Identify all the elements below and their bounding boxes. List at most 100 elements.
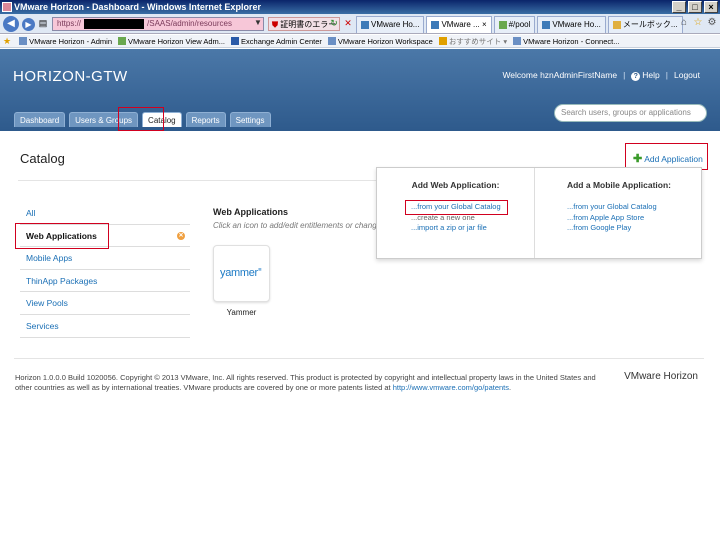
tab-favicon-icon [498, 20, 507, 29]
web-app-heading: Add Web Application: [411, 180, 500, 190]
favorite-link[interactable]: Exchange Admin Center [231, 37, 322, 46]
tab-close-icon[interactable]: × [482, 20, 487, 29]
browser-tab-active[interactable]: VMware ... × [426, 16, 492, 33]
separator: | [665, 70, 668, 80]
favicon-icon [118, 37, 127, 45]
home-icon[interactable]: ⌂ [678, 17, 690, 29]
stop-icon[interactable]: ✕ [342, 17, 354, 30]
category-services[interactable]: Services [20, 315, 190, 338]
favorites-bar: ★ VMware Horizon - Admin VMware Horizon … [0, 35, 720, 48]
redacted-host [84, 18, 145, 29]
browser-tab[interactable]: VMware Ho... [356, 16, 425, 33]
window-titlebar: VMware Horizon - Dashboard - Windows Int… [0, 0, 720, 14]
add-application-label: Add Application [644, 153, 703, 164]
address-bar: ◀ ▶ ▤ https:///SAAS/admin/resources ▼ ⛊ … [0, 14, 720, 34]
favorite-link[interactable]: VMware Horizon View Adm... [118, 37, 225, 46]
window-title: VMware Horizon - Dashboard - Windows Int… [14, 2, 261, 12]
favorite-label: VMware Horizon Workspace [337, 36, 433, 46]
yammer-logo: yammer≡ [220, 267, 262, 279]
favorite-label: おすすめサイト [448, 36, 502, 46]
favicon-icon [231, 37, 240, 45]
user-menu: Welcome hznAdminFirstName | ? Help | Logo… [502, 70, 700, 81]
category-all[interactable]: All [20, 202, 190, 225]
url-path: /SAAS/admin/resources [147, 19, 232, 28]
url-dropdown-icon[interactable]: ▼ [254, 18, 262, 27]
mobile-app-heading: Add a Mobile Application: [566, 180, 672, 190]
section-hint: Click an icon to add/edit entitlements o… [213, 221, 378, 230]
patents-link[interactable]: http://www.vmware.com/go/patents [393, 383, 509, 392]
browser-tab[interactable]: メールボック... [607, 16, 683, 33]
tab-favicon-icon [431, 20, 440, 29]
url-field[interactable]: https:// /SAAS/admin/resources [52, 17, 264, 31]
category-web-applications[interactable]: Web Applications ✕ [20, 225, 190, 248]
star-icon: ★ [3, 35, 12, 46]
category-view-pools[interactable]: View Pools [20, 292, 190, 315]
tab-label: メールボック... [622, 20, 678, 29]
favorite-label: Exchange Admin Center [241, 36, 322, 46]
tab-label: VMware Ho... [552, 20, 601, 29]
tools-gear-icon[interactable]: ⚙ [706, 17, 718, 29]
back-icon[interactable]: ◀ [3, 16, 19, 32]
mobile-from-global-catalog-link[interactable]: ...from your Global Catalog [567, 202, 657, 213]
favorite-link[interactable]: おすすめサイト ▾ [438, 36, 507, 47]
page-icon: ▤ [38, 18, 48, 28]
search-input[interactable]: Search users, groups or applications [554, 104, 707, 122]
app-header: HORIZON-GTW Welcome hznAdminFirstName | … [0, 49, 720, 131]
category-thinapp-packages[interactable]: ThinApp Packages [20, 270, 190, 293]
close-button[interactable]: × [704, 1, 718, 13]
favicon-icon [513, 37, 522, 45]
favicon-icon [438, 37, 447, 45]
minimize-button[interactable]: _ [672, 1, 686, 13]
category-mobile-apps[interactable]: Mobile Apps [20, 247, 190, 270]
logout-link[interactable]: Logout [674, 70, 700, 81]
page-title: Catalog [20, 151, 65, 166]
category-label: Web Applications [26, 230, 97, 241]
welcome-text: Welcome hznAdminFirstName [502, 70, 618, 80]
browser-tab[interactable]: VMware Ho... [537, 16, 606, 33]
separator: | [623, 70, 626, 80]
tab-reports[interactable]: Reports [185, 112, 226, 127]
web-from-global-catalog-link[interactable]: ...from your Global Catalog [411, 202, 501, 213]
web-app-column: Add Web Application: ...from your Global… [377, 168, 535, 258]
tab-favicon-icon [542, 20, 551, 29]
browser-tabs: VMware Ho... VMware ... × #/pool VMware … [356, 16, 683, 33]
add-application-button[interactable]: ✚ Add Application [633, 152, 703, 165]
maximize-button[interactable]: □ [688, 1, 702, 13]
mobile-app-column: Add a Mobile Application: ...from your G… [535, 168, 703, 258]
favorites-button[interactable]: ★ [3, 36, 13, 47]
favorite-link[interactable]: VMware Horizon - Admin [19, 37, 112, 46]
add-application-menu: Add Web Application: ...from your Global… [376, 167, 702, 259]
app-tile-yammer[interactable]: yammer≡ [213, 245, 270, 302]
favicon-icon [19, 37, 28, 45]
url-prefix: https:// [57, 19, 82, 28]
browser-tab[interactable]: #/pool [493, 16, 536, 33]
web-create-new-link[interactable]: ...create a new one [411, 213, 501, 224]
category-list: All Web Applications ✕ Mobile Apps ThinAp… [20, 202, 190, 338]
tab-label: VMware ... [441, 20, 480, 29]
favorite-label: VMware Horizon - Connect... [523, 36, 620, 46]
tab-label: #/pool [508, 20, 531, 29]
tab-users-groups[interactable]: Users & Groups [69, 112, 139, 127]
tab-catalog[interactable]: Catalog [142, 112, 182, 127]
tab-favicon-icon [361, 20, 369, 29]
help-label: Help [642, 70, 660, 80]
mobile-google-play-link[interactable]: ...from Google Play [567, 223, 657, 234]
app-name[interactable]: Yammer [213, 308, 270, 317]
help-link[interactable]: ? Help [631, 70, 660, 81]
favorite-link[interactable]: VMware Horizon Workspace [327, 36, 433, 46]
shield-icon: ⛊ [272, 20, 278, 29]
mobile-apple-app-store-link[interactable]: ...from Apple App Store [567, 213, 657, 224]
favorite-link[interactable]: VMware Horizon - Connect... [513, 37, 619, 46]
tab-favicon-icon [612, 20, 621, 29]
clear-filter-icon[interactable]: ✕ [177, 231, 185, 240]
tab-settings[interactable]: Settings [229, 112, 271, 127]
yammer-logo-text: yammer [220, 267, 258, 279]
forward-icon[interactable]: ▶ [22, 18, 35, 31]
main-nav-tabs: Dashboard Users & Groups Catalog Reports… [14, 112, 271, 127]
favorites-star-icon[interactable]: ☆ [692, 17, 704, 29]
plus-icon: ✚ [633, 153, 643, 165]
web-import-zip-link[interactable]: ...import a zip or jar file [411, 223, 501, 234]
refresh-icon[interactable]: ↻ [328, 17, 340, 30]
section-title: Web Applications [213, 207, 289, 217]
tab-dashboard[interactable]: Dashboard [14, 112, 66, 127]
